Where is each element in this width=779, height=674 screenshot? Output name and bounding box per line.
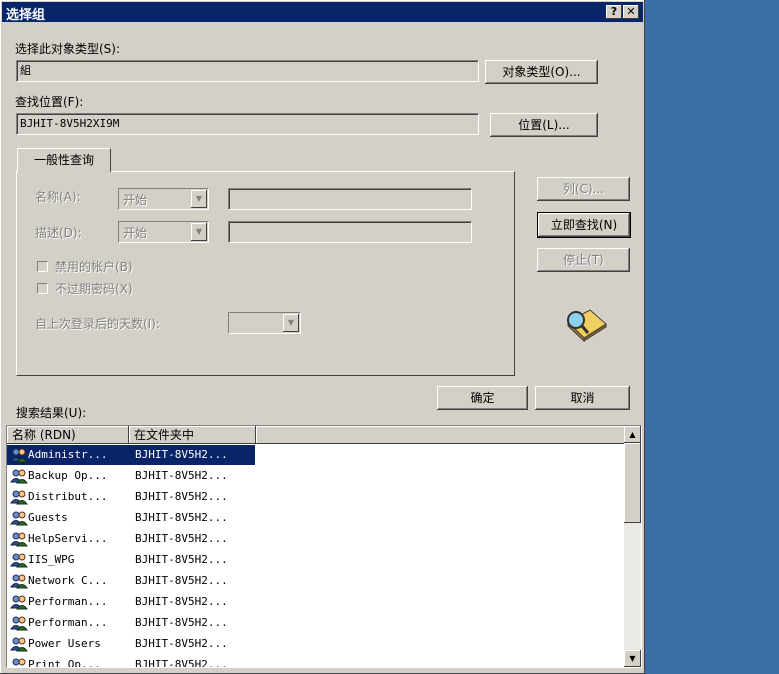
table-row[interactable]: HelpServi... BJHIT-8V5H2... (7, 529, 255, 549)
row-name: Distribut... (28, 490, 108, 503)
table-row[interactable]: Power Users BJHIT-8V5H2... (7, 634, 255, 654)
scroll-down-icon[interactable]: ▼ (624, 650, 641, 667)
group-icon (10, 490, 28, 505)
title-bar[interactable]: 选择组 ? ✕ (2, 2, 643, 23)
scroll-up-icon[interactable]: ▲ (624, 426, 641, 443)
object-type-label: 选择此对象类型(S): (15, 42, 121, 56)
chevron-down-icon[interactable]: ▼ (191, 223, 207, 241)
row-folder: BJHIT-8V5H2... (135, 595, 228, 608)
row-name: IIS_WPG (28, 553, 75, 566)
object-types-button[interactable]: 对象类型(O)... (485, 60, 598, 84)
column-header-filler (256, 426, 626, 444)
row-name: Network C... (28, 574, 108, 587)
group-icon (10, 574, 28, 589)
row-name: Guests (28, 511, 68, 524)
chevron-down-icon[interactable]: ▼ (283, 314, 299, 332)
disabled-accounts-label: 禁用的帐户(B) (55, 260, 133, 274)
chevron-down-icon[interactable]: ▼ (191, 190, 207, 208)
object-type-field: 組 (16, 60, 479, 82)
table-row[interactable]: Print Op... BJHIT-8V5H2... (7, 655, 255, 668)
group-icon (10, 469, 28, 484)
group-icon (10, 532, 28, 547)
table-row[interactable]: Performan... BJHIT-8V5H2... (7, 613, 255, 633)
group-icon (10, 448, 28, 463)
find-now-button[interactable]: 立即查找(N) (537, 212, 631, 238)
row-folder: BJHIT-8V5H2... (135, 469, 228, 482)
row-name: Performan... (28, 595, 108, 608)
row-folder: BJHIT-8V5H2... (135, 511, 228, 524)
search-magnifier-icon (567, 309, 607, 342)
days-since-logon-select[interactable]: ▼ (228, 312, 301, 334)
row-folder: BJHIT-8V5H2... (135, 448, 228, 461)
table-row[interactable]: Performan... BJHIT-8V5H2... (7, 592, 255, 612)
close-button[interactable]: ✕ (623, 5, 639, 19)
disabled-accounts-checkbox[interactable] (37, 261, 48, 272)
select-groups-dialog: 选择组 ? ✕ 选择此对象类型(S): 組 对象类型(O)... 查找位置(F)… (0, 0, 645, 674)
stop-button[interactable]: 停止(T) (537, 248, 630, 272)
scroll-thumb[interactable] (624, 443, 641, 523)
group-icon (10, 637, 28, 652)
common-queries-panel: 名称(A): 开始 ▼ 描述(D): 开始 ▼ 禁用的帐户(B) 不过期密码(X… (16, 171, 515, 376)
search-results-label: 搜索结果(U): (16, 406, 87, 420)
ok-button[interactable]: 确定 (437, 386, 528, 410)
row-folder: BJHIT-8V5H2... (135, 637, 228, 650)
description-label: 描述(D): (35, 226, 82, 240)
vertical-scrollbar[interactable]: ▲ ▼ (624, 426, 641, 667)
non-expiring-label: 不过期密码(X) (55, 282, 133, 296)
name-mode-select[interactable]: 开始 ▼ (118, 188, 209, 210)
table-row[interactable]: IIS_WPG BJHIT-8V5H2... (7, 550, 255, 570)
description-mode-select[interactable]: 开始 ▼ (118, 221, 209, 243)
non-expiring-checkbox[interactable] (37, 283, 48, 294)
columns-button[interactable]: 列(C)... (537, 177, 630, 201)
row-folder: BJHIT-8V5H2... (135, 490, 228, 503)
row-name: Print Op... (28, 658, 101, 668)
group-icon (10, 553, 28, 568)
row-name: Backup Op... (28, 469, 108, 482)
table-row[interactable]: Distribut... BJHIT-8V5H2... (7, 487, 255, 507)
name-label: 名称(A): (35, 190, 81, 204)
row-folder: BJHIT-8V5H2... (135, 574, 228, 587)
group-icon (10, 511, 28, 526)
location-label: 查找位置(F): (15, 95, 84, 109)
row-name: Administr... (28, 448, 108, 461)
column-header-folder[interactable]: 在文件夹中 (129, 426, 256, 444)
group-icon (10, 595, 28, 610)
table-row[interactable]: Administr... BJHIT-8V5H2... (7, 445, 255, 465)
table-row[interactable]: Guests BJHIT-8V5H2... (7, 508, 255, 528)
row-name: HelpServi... (28, 532, 108, 545)
row-name: Performan... (28, 616, 108, 629)
group-icon (10, 616, 28, 631)
locations-button[interactable]: 位置(L)... (490, 113, 598, 137)
days-since-logon-label: 自上次登录后的天数(I): (35, 317, 160, 331)
column-header-name[interactable]: 名称 (RDN) (7, 426, 129, 444)
location-field: BJHIT-8V5H2XI9M (16, 113, 479, 135)
row-folder: BJHIT-8V5H2... (135, 658, 228, 668)
row-name: Power Users (28, 637, 101, 650)
name-mode-value: 开始 (123, 193, 148, 207)
dialog-title: 选择组 (6, 8, 46, 23)
table-row[interactable]: Backup Op... BJHIT-8V5H2... (7, 466, 255, 486)
row-folder: BJHIT-8V5H2... (135, 616, 228, 629)
group-icon (12, 658, 26, 666)
help-button[interactable]: ? (606, 5, 622, 19)
name-input[interactable] (228, 188, 472, 210)
row-folder: BJHIT-8V5H2... (135, 532, 228, 545)
description-input[interactable] (228, 221, 472, 243)
description-mode-value: 开始 (123, 226, 148, 240)
cancel-button[interactable]: 取消 (535, 386, 630, 410)
tab-common-queries[interactable]: 一般性查询 (17, 148, 111, 172)
search-results-list[interactable]: 名称 (RDN) 在文件夹中 Administr... BJHIT-8V5H2..… (6, 425, 642, 668)
table-row[interactable]: Network C... BJHIT-8V5H2... (7, 571, 255, 591)
row-folder: BJHIT-8V5H2... (135, 553, 228, 566)
